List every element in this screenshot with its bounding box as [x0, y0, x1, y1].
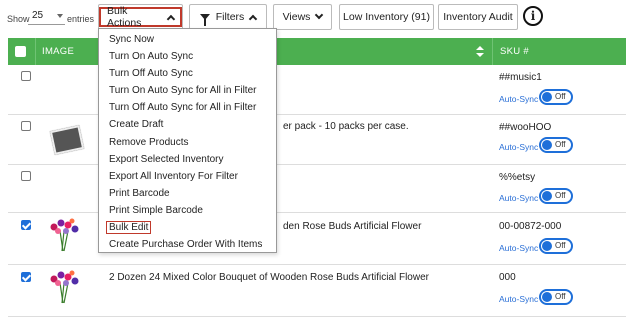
menu-item-label: Bulk Edit	[106, 221, 152, 235]
page-size-select[interactable]: 25	[28, 9, 65, 25]
row-checkbox[interactable]	[21, 121, 31, 131]
bulk-actions-menu: Sync Now Turn On Auto Sync Turn Off Auto…	[98, 28, 277, 253]
autosync-toggle[interactable]: Off	[539, 188, 573, 204]
autosync-label: Auto-Sync	[499, 243, 539, 253]
autosync-label: Auto-Sync	[499, 142, 539, 152]
sku-column-header[interactable]: SKU #	[500, 38, 529, 65]
select-all-checkbox[interactable]	[15, 46, 26, 57]
toggle-knob	[542, 191, 552, 201]
low-inventory-label: Low Inventory (91)	[343, 11, 430, 23]
row-checkbox[interactable]	[21, 171, 31, 181]
filters-label: Filters	[215, 11, 245, 23]
show-label: Show	[7, 14, 30, 24]
chevron-down-icon	[315, 10, 324, 20]
menu-item-label: Turn On Auto Sync	[109, 51, 194, 63]
filter-icon	[199, 14, 210, 26]
chevron-up-icon	[166, 14, 176, 24]
autosync-label: Auto-Sync	[499, 193, 539, 203]
menu-item-label: Create Draft	[109, 119, 164, 131]
toggle-state: Off	[555, 292, 566, 301]
autosync-toggle[interactable]: Off	[539, 238, 573, 254]
menu-item-bulk-edit[interactable]: Bulk Edit	[99, 219, 276, 236]
row-checkbox[interactable]	[21, 71, 31, 81]
menu-item-turn-on-auto-sync-all[interactable]: Turn On Auto Sync for All in Filter	[99, 82, 276, 99]
menu-item-turn-off-auto-sync[interactable]: Turn Off Auto Sync	[99, 65, 276, 82]
menu-item-label: Sync Now	[109, 34, 155, 45]
sort-icon[interactable]	[476, 46, 484, 58]
info-icon[interactable]: i	[523, 6, 543, 26]
menu-item-label: Turn On Auto Sync for All in Filter	[109, 85, 257, 97]
menu-item-export-all[interactable]: Export All Inventory For Filter	[99, 168, 276, 185]
sku-value: 000	[499, 272, 516, 283]
menu-item-label: Export Selected Inventory	[109, 153, 224, 165]
table-row[interactable]: 2 Dozen 24 Mixed Color Bouquet of Wooden…	[8, 265, 626, 317]
sku-value: ##wooHOO	[499, 122, 552, 133]
menu-item-remove-products[interactable]: Remove Products	[99, 134, 276, 151]
toggle-knob	[542, 140, 552, 150]
menu-item-turn-on-auto-sync[interactable]: Turn On Auto Sync	[99, 48, 276, 65]
inventory-audit-label: Inventory Audit	[443, 11, 513, 23]
product-name[interactable]: er pack - 10 packs per case.	[283, 121, 409, 132]
autosync-toggle[interactable]: Off	[539, 89, 573, 105]
autosync-label: Auto-Sync	[499, 294, 539, 304]
product-image	[50, 218, 79, 252]
product-name[interactable]: den Rose Buds Artificial Flower	[283, 221, 421, 232]
filters-button[interactable]: Filters	[189, 4, 267, 30]
sku-value: ##music1	[499, 72, 542, 83]
menu-item-label: Print Barcode	[109, 187, 170, 199]
sku-value: 00-00872-000	[499, 221, 562, 232]
menu-item-create-draft[interactable]: Create Draft	[99, 116, 276, 133]
column-divider	[492, 38, 493, 65]
toggle-state: Off	[555, 92, 566, 101]
toggle-state: Off	[555, 191, 566, 200]
toggle-state: Off	[555, 140, 566, 149]
views-label: Views	[282, 11, 311, 23]
menu-item-label: Remove Products	[109, 136, 189, 148]
product-image	[49, 125, 85, 155]
menu-item-label: Turn Off Auto Sync	[109, 68, 193, 80]
menu-item-export-selected[interactable]: Export Selected Inventory	[99, 151, 276, 168]
image-column-header[interactable]: IMAGE	[42, 38, 74, 65]
low-inventory-button[interactable]: Low Inventory (91)	[339, 4, 434, 30]
menu-item-create-purchase-order[interactable]: Create Purchase Order With Items	[99, 236, 276, 253]
bulk-actions-label: Bulk Actions	[107, 5, 142, 29]
menu-item-label: Export All Inventory For Filter	[109, 170, 238, 182]
product-name[interactable]: 2 Dozen 24 Mixed Color Bouquet of Wooden…	[109, 272, 429, 283]
menu-item-sync-now[interactable]: Sync Now	[99, 31, 276, 48]
autosync-label: Auto-Sync	[499, 94, 539, 104]
menu-item-label: Create Purchase Order With Items	[109, 239, 263, 251]
autosync-toggle[interactable]: Off	[539, 137, 573, 153]
toggle-knob	[542, 292, 552, 302]
sku-value: %%etsy	[499, 172, 536, 183]
menu-item-print-simple-barcode[interactable]: Print Simple Barcode	[99, 202, 276, 219]
chevron-up-icon	[249, 14, 258, 24]
product-image	[50, 270, 79, 304]
row-checkbox[interactable]	[21, 272, 31, 282]
row-checkbox[interactable]	[21, 220, 31, 230]
column-divider	[35, 38, 36, 65]
menu-item-turn-off-auto-sync-all[interactable]: Turn Off Auto Sync for All in Filter	[99, 99, 276, 116]
inventory-audit-button[interactable]: Inventory Audit	[438, 4, 518, 30]
menu-item-print-barcode[interactable]: Print Barcode	[99, 185, 276, 202]
toggle-knob	[542, 241, 552, 251]
toggle-knob	[542, 92, 552, 102]
autosync-toggle[interactable]: Off	[539, 289, 573, 305]
entries-label: entries	[67, 14, 95, 24]
menu-item-label: Print Simple Barcode	[109, 204, 203, 216]
chevron-down-icon	[57, 14, 63, 18]
views-button[interactable]: Views	[273, 4, 332, 30]
page-size-value: 25	[32, 10, 44, 21]
menu-item-label: Turn Off Auto Sync for All in Filter	[109, 102, 257, 114]
bulk-actions-button[interactable]: Bulk Actions	[98, 4, 183, 30]
toolbar: Show 25 entries Bulk Actions Filters Vie…	[0, 0, 629, 36]
toggle-state: Off	[555, 241, 566, 250]
